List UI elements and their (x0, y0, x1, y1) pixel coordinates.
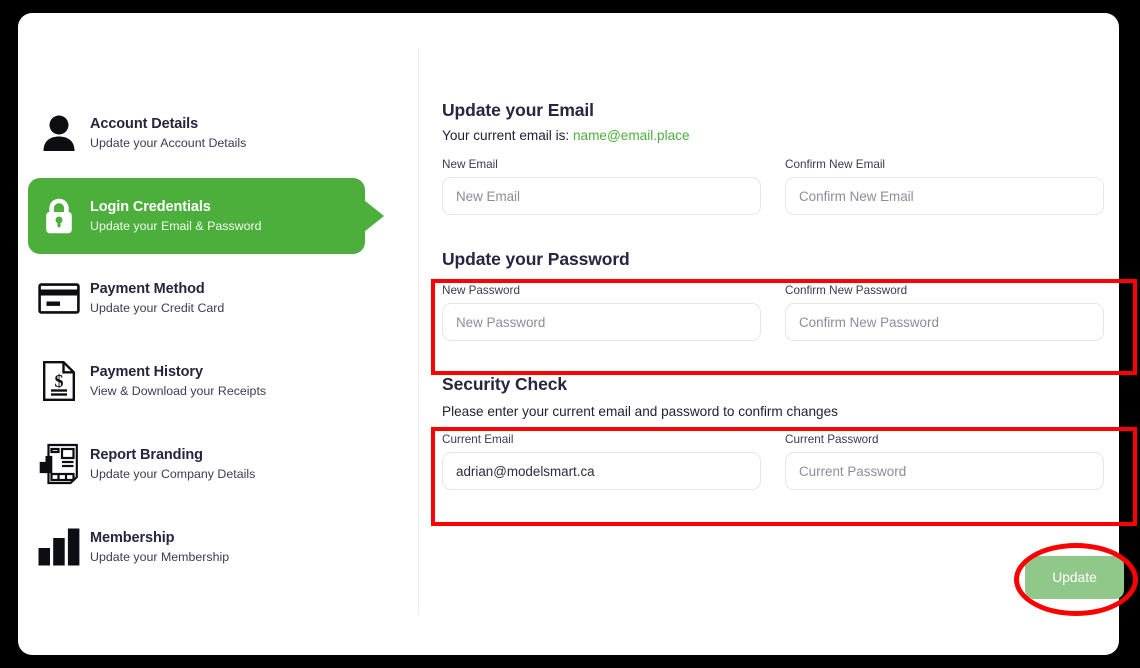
sidebar-item-text: Payment History View & Download your Rec… (90, 363, 266, 399)
sidebar-item-payment-history[interactable]: $ Payment History View & Download your R… (28, 345, 373, 417)
confirm-new-password-field-group: Confirm New Password (785, 284, 1104, 341)
sidebar-item-subtitle: View & Download your Receipts (90, 384, 267, 398)
current-email-value: name@email.place (572, 128, 690, 143)
sidebar-item-subtitle: Update your Company Details (90, 467, 256, 481)
main-panel: Update your Email Your current email is:… (419, 13, 1119, 655)
sidebar-item-text: Report Branding Update your Company Deta… (90, 446, 255, 482)
email-section-title: Update your Email (442, 100, 594, 120)
confirm-new-email-input[interactable] (785, 177, 1104, 215)
sidebar-item-report-branding[interactable]: Report Branding Update your Company Deta… (28, 428, 373, 500)
credit-card-icon (28, 282, 90, 314)
confirm-new-email-field-group: Confirm New Email (785, 158, 1104, 215)
current-email-line: Your current email is: name@email.place (442, 128, 690, 143)
report-icon (28, 443, 90, 485)
sidebar: Account Details Update your Account Deta… (18, 13, 419, 655)
sidebar-item-title: Account Details (90, 115, 199, 132)
password-section-title: Update your Password (442, 249, 630, 269)
settings-card: Account Details Update your Account Deta… (18, 13, 1138, 655)
confirm-new-email-label: Confirm New Email (785, 158, 886, 171)
sidebar-item-title: Login Credentials (90, 198, 211, 215)
bar-chart-icon (28, 527, 90, 567)
lock-icon (28, 198, 90, 234)
sidebar-item-subtitle: Update your Email & Password (90, 219, 262, 233)
sidebar-item-account-details[interactable]: Account Details Update your Account Deta… (28, 97, 373, 169)
current-password-field-group: Current Password (785, 433, 1104, 490)
sidebar-item-title: Payment History (90, 363, 203, 380)
current-email-field-group: Current Email (442, 433, 761, 490)
sidebar-item-subtitle: Update your Account Details (90, 136, 247, 150)
new-password-field-group: New Password (442, 284, 761, 341)
security-section-subtitle: Please enter your current email and pass… (442, 404, 838, 419)
sidebar-item-subtitle: Update your Membership (90, 550, 230, 564)
sidebar-item-login-credentials[interactable]: Login Credentials Update your Email & Pa… (28, 178, 384, 254)
svg-text:$: $ (55, 371, 64, 391)
confirm-new-password-input[interactable] (785, 303, 1104, 341)
current-password-label: Current Password (785, 433, 879, 446)
current-email-label: Current Email (442, 433, 514, 446)
sidebar-item-subtitle: Update your Credit Card (90, 301, 225, 315)
sidebar-item-text: Account Details Update your Account Deta… (90, 115, 246, 151)
sidebar-item-title: Report Branding (90, 446, 203, 463)
new-email-input[interactable] (442, 177, 761, 215)
sidebar-item-membership[interactable]: Membership Update your Membership (28, 511, 373, 583)
update-button[interactable]: Update (1025, 556, 1124, 599)
sidebar-item-text: Membership Update your Membership (90, 529, 229, 565)
sidebar-item-text: Payment Method Update your Credit Card (90, 280, 224, 316)
current-email-prefix: Your current email is: (442, 128, 570, 143)
current-email-input[interactable] (442, 452, 761, 490)
receipt-icon: $ (28, 360, 90, 402)
active-item-pointer-icon (364, 200, 384, 232)
confirm-new-password-label: Confirm New Password (785, 284, 908, 297)
new-password-label: New Password (442, 284, 520, 297)
person-icon (28, 115, 90, 151)
sidebar-item-title: Membership (90, 529, 175, 546)
new-email-field-group: New Email (442, 158, 761, 215)
security-section-title: Security Check (442, 374, 568, 394)
new-password-input[interactable] (442, 303, 761, 341)
sidebar-item-payment-method[interactable]: Payment Method Update your Credit Card (28, 262, 373, 334)
sidebar-item-text: Login Credentials Update your Email & Pa… (90, 198, 261, 234)
sidebar-item-title: Payment Method (90, 280, 205, 297)
current-password-input[interactable] (785, 452, 1104, 490)
new-email-label: New Email (442, 158, 498, 171)
